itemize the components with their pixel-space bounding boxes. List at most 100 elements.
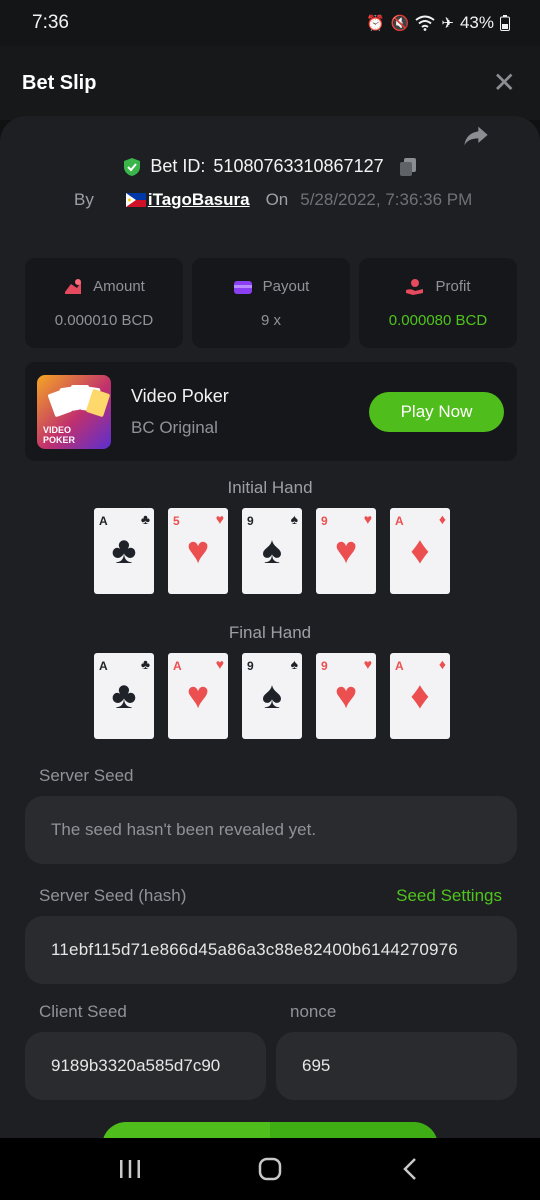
card-rank: A	[99, 514, 108, 528]
card-suit-large: ♣	[111, 530, 137, 572]
final-hand: A ♣ ♣ A ♥ ♥ 9 ♠ ♠ 9 ♥ ♥ A ♦ ♦	[94, 653, 450, 739]
recent-apps-button[interactable]	[110, 1149, 150, 1189]
playing-card: 9 ♥ ♥	[316, 653, 376, 739]
stat-label: Profit	[435, 278, 471, 295]
card-suit-large: ♦	[410, 530, 430, 572]
card-suit-large: ♥	[186, 675, 210, 717]
card-suit-large: ♥	[334, 675, 358, 717]
hand-coin-icon	[406, 278, 424, 295]
card-suit-large: ♠	[261, 530, 283, 572]
home-icon	[258, 1157, 282, 1181]
bet-id-value: 51080763310867127	[213, 156, 384, 176]
card-rank: A	[99, 659, 108, 673]
card-suit-large: ♥	[186, 530, 210, 572]
mute-icon: 🔇	[390, 15, 410, 32]
seed-settings-link[interactable]: Seed Settings	[396, 886, 502, 906]
wallet-icon	[233, 280, 252, 294]
card-suit-large: ♣	[111, 675, 137, 717]
card-suit-small: ♥	[215, 656, 224, 672]
bet-stats: Amount 0.000010 BCD Payout 9 x Profit 0.…	[25, 258, 517, 348]
coins-icon	[65, 278, 82, 294]
final-hand-title: Final Hand	[228, 623, 312, 642]
card-rank: 5	[173, 514, 180, 528]
card-suit-large: ♥	[334, 530, 358, 572]
battery-icon	[500, 15, 510, 31]
page-title: Bet Slip	[22, 71, 97, 94]
recent-apps-icon	[120, 1160, 140, 1178]
status-icons: ⏰ 🔇 ✈ 43%	[366, 13, 510, 33]
battery-percent: 43%	[459, 13, 494, 32]
back-button[interactable]	[390, 1149, 430, 1189]
server-seed-label: Server Seed	[39, 766, 134, 785]
card-rank: A	[395, 514, 404, 528]
card-suit-large: ♠	[261, 675, 283, 717]
game-name: Video Poker	[131, 386, 229, 406]
back-icon	[403, 1158, 416, 1180]
share-icon[interactable]	[462, 122, 490, 150]
card-suit-small: ♣	[140, 511, 150, 527]
initial-hand: A ♣ ♣ 5 ♥ ♥ 9 ♠ ♠ 9 ♥ ♥ A ♦ ♦	[94, 508, 450, 594]
card-rank: A	[173, 659, 182, 673]
shield-check-icon	[124, 157, 141, 176]
card-suit-small: ♠	[290, 511, 298, 527]
stat-label: Payout	[262, 278, 310, 295]
playing-card: 9 ♠ ♠	[242, 508, 302, 594]
home-button[interactable]	[250, 1149, 290, 1189]
by-label: By	[74, 190, 94, 209]
server-seed-field[interactable]: The seed hasn't been revealed yet.	[25, 796, 517, 864]
playing-card: A ♣ ♣	[94, 653, 154, 739]
card-suit-small: ♣	[140, 656, 150, 672]
bet-id-label: Bet ID:	[150, 156, 206, 176]
bet-owner-row: By iTagoBasura On 5/28/2022, 7:36:36 PM	[74, 190, 472, 210]
play-now-button[interactable]: Play Now	[369, 392, 504, 432]
bet-id-row: Bet ID: 51080763310867127	[0, 156, 540, 177]
stat-payout: Payout 9 x	[192, 258, 350, 348]
card-suit-small: ♦	[438, 656, 446, 672]
playing-card: A ♥ ♥	[168, 653, 228, 739]
game-card: VIDEO POKER Video Poker BC Original Play…	[25, 362, 517, 461]
card-rank: 9	[247, 659, 254, 673]
card-suit-small: ♠	[290, 656, 298, 672]
server-seed-hash-field[interactable]: 11ebf115d71e866d45a86a3c88e82400b6144270…	[25, 916, 517, 984]
playing-card: A ♦ ♦	[390, 508, 450, 594]
stat-label: Amount	[93, 278, 145, 295]
username-link[interactable]: iTagoBasura	[148, 190, 250, 210]
card-rank: A	[395, 659, 404, 673]
close-icon[interactable]: ✕	[493, 69, 516, 97]
card-rank: 9	[247, 514, 254, 528]
playing-card: 9 ♠ ♠	[242, 653, 302, 739]
stat-value: 0.000080 BCD	[388, 311, 488, 329]
playing-card: 5 ♥ ♥	[168, 508, 228, 594]
on-label: On	[265, 190, 289, 209]
flag-icon	[125, 193, 146, 207]
bet-slip-panel: Bet ID: 51080763310867127 By iTagoBasura…	[0, 116, 540, 1140]
copy-icon[interactable]	[398, 157, 418, 177]
game-provider: BC Original	[131, 418, 218, 437]
wifi-icon	[415, 15, 436, 31]
bet-slip-header: Bet Slip ✕	[0, 46, 540, 120]
server-seed-hash-label: Server Seed (hash)	[39, 886, 187, 905]
stat-value: 9 x	[260, 311, 281, 329]
client-seed-label: Client Seed	[39, 1002, 127, 1021]
alarm-icon: ⏰	[366, 15, 385, 32]
client-seed-field[interactable]: 9189b3320a585d7c90	[25, 1032, 266, 1100]
game-thumb-text: VIDEO POKER	[43, 425, 76, 445]
playing-card: 9 ♥ ♥	[316, 508, 376, 594]
stat-profit: Profit 0.000080 BCD	[359, 258, 517, 348]
card-suit-large: ♦	[410, 675, 430, 717]
card-suit-small: ♥	[363, 656, 372, 672]
card-rank: 9	[321, 659, 328, 673]
playing-card: A ♦ ♦	[390, 653, 450, 739]
status-time: 7:36	[32, 12, 69, 33]
bet-date: 5/28/2022, 7:36:36 PM	[300, 190, 473, 209]
card-suit-small: ♥	[363, 511, 372, 527]
playing-card: A ♣ ♣	[94, 508, 154, 594]
nonce-field[interactable]: 695	[276, 1032, 517, 1100]
card-rank: 9	[321, 514, 328, 528]
card-suit-small: ♦	[438, 511, 446, 527]
stat-amount: Amount 0.000010 BCD	[25, 258, 183, 348]
game-thumbnail: VIDEO POKER	[37, 375, 111, 449]
initial-hand-title: Initial Hand	[227, 478, 313, 497]
nonce-label: nonce	[290, 1002, 337, 1021]
airplane-icon: ✈	[441, 15, 454, 32]
